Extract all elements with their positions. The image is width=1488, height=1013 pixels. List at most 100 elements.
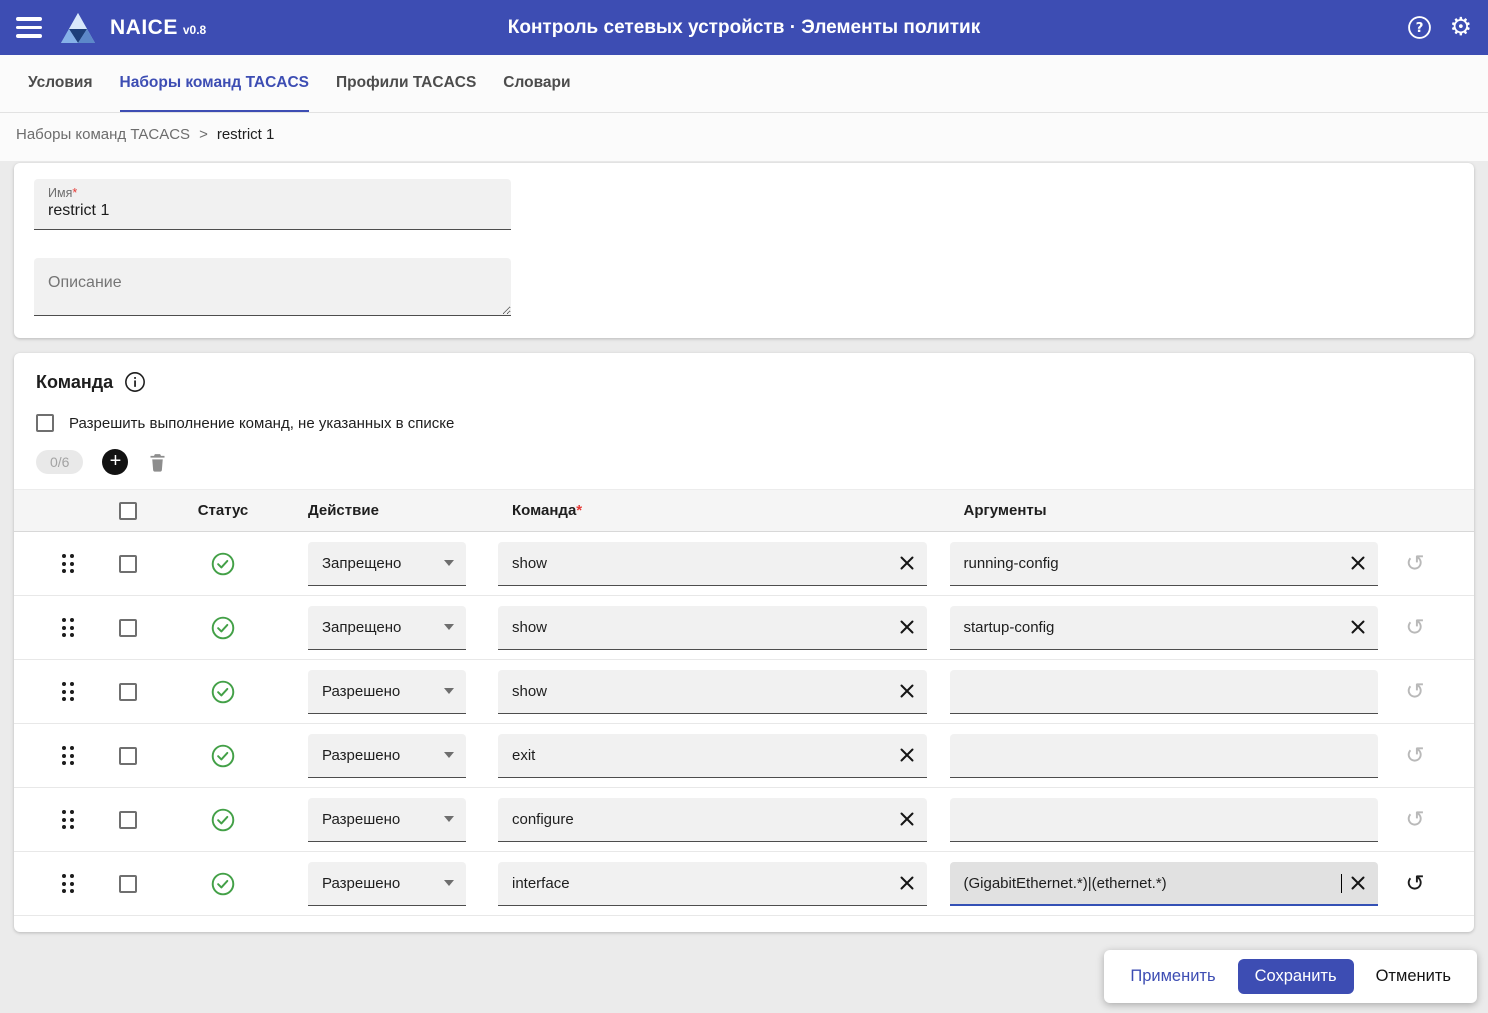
reset-row-icon[interactable]: ↺ — [1405, 552, 1424, 575]
reset-row-icon[interactable]: ↺ — [1405, 680, 1424, 703]
brand: NAICE v0.8 — [110, 16, 206, 40]
action-select[interactable]: Запрещено — [308, 542, 466, 586]
name-field-label: Имя* — [48, 186, 497, 200]
delete-commands-icon[interactable] — [147, 451, 168, 473]
reset-row-icon[interactable]: ↺ — [1405, 744, 1424, 767]
general-info-card: Имя* — [14, 163, 1474, 338]
app-name: NAICE — [110, 16, 178, 40]
column-header-status: Статус — [156, 502, 290, 519]
arguments-input[interactable] — [950, 734, 1379, 778]
app-logo-icon — [60, 12, 96, 44]
command-row: Разрешено configure ↺ — [14, 788, 1474, 852]
app-bar: NAICE v0.8 Контроль сетевых устройств · … — [0, 0, 1488, 55]
clear-command-icon[interactable] — [899, 683, 915, 699]
row-checkbox[interactable] — [119, 683, 137, 701]
allow-unlisted-checkbox[interactable] — [36, 414, 54, 432]
help-icon[interactable]: ? — [1407, 15, 1432, 40]
name-input[interactable] — [48, 200, 497, 224]
description-input[interactable] — [34, 258, 511, 315]
tab-tacacs-command-sets[interactable]: Наборы команд TACACS — [120, 55, 310, 112]
apply-button[interactable]: Применить — [1116, 961, 1229, 992]
arguments-input[interactable]: startup-config — [950, 606, 1379, 650]
main-content: Имя* Команда Разрешить выполнен — [0, 161, 1488, 932]
description-field[interactable] — [34, 258, 511, 316]
info-icon[interactable] — [124, 371, 146, 393]
arguments-input[interactable]: (GigabitEthernet.*)|(ethernet.*) — [950, 862, 1379, 906]
commands-card: Команда Разрешить выполнение команд, не … — [14, 353, 1474, 932]
name-field[interactable]: Имя* — [34, 179, 511, 230]
clear-command-icon[interactable] — [899, 619, 915, 635]
arguments-input[interactable] — [950, 670, 1379, 714]
row-checkbox[interactable] — [119, 555, 137, 573]
column-header-command: Команда* — [498, 502, 927, 519]
settings-gear-icon[interactable]: ⚙ — [1450, 15, 1472, 40]
command-row: Разрешено show ↺ — [14, 660, 1474, 724]
action-select[interactable]: Разрешено — [308, 862, 466, 906]
command-input[interactable]: exit — [498, 734, 927, 778]
status-ok-icon — [210, 871, 236, 897]
clear-arguments-icon[interactable] — [1350, 875, 1366, 891]
chevron-down-icon — [444, 688, 454, 694]
add-command-button[interactable]: + — [102, 449, 128, 475]
app-version: v0.8 — [183, 23, 206, 37]
select-all-checkbox[interactable] — [119, 502, 137, 520]
allow-unlisted-label: Разрешить выполнение команд, не указанны… — [69, 415, 454, 432]
command-input[interactable]: show — [498, 542, 927, 586]
drag-handle[interactable] — [62, 874, 75, 893]
command-input[interactable]: configure — [498, 798, 927, 842]
clear-command-icon[interactable] — [899, 811, 915, 827]
command-row: Запрещено show running-config ↺ — [14, 532, 1474, 596]
arguments-input[interactable]: running-config — [950, 542, 1379, 586]
save-button[interactable]: Сохранить — [1238, 959, 1354, 994]
required-marker: * — [72, 186, 77, 200]
drag-handle[interactable] — [62, 810, 75, 829]
chevron-down-icon — [444, 752, 454, 758]
drag-handle[interactable] — [62, 746, 75, 765]
commands-toolbar: 0/6 + — [36, 449, 1452, 475]
reset-row-icon[interactable]: ↺ — [1405, 808, 1424, 831]
chevron-down-icon — [444, 560, 454, 566]
drag-handle[interactable] — [62, 554, 75, 573]
tab-dictionaries[interactable]: Словари — [503, 55, 570, 112]
row-checkbox[interactable] — [119, 875, 137, 893]
row-checkbox[interactable] — [119, 747, 137, 765]
chevron-down-icon — [444, 816, 454, 822]
tab-tacacs-profiles[interactable]: Профили TACACS — [336, 55, 476, 112]
row-checkbox[interactable] — [119, 619, 137, 637]
cancel-button[interactable]: Отменить — [1362, 961, 1465, 992]
clear-command-icon[interactable] — [899, 555, 915, 571]
arguments-input[interactable] — [950, 798, 1379, 842]
page-title: Контроль сетевых устройств · Элементы по… — [0, 17, 1488, 39]
bottom-action-bar: Применить Сохранить Отменить — [1104, 950, 1477, 1003]
command-input[interactable]: interface — [498, 862, 927, 906]
command-input[interactable]: show — [498, 670, 927, 714]
action-select[interactable]: Запрещено — [308, 606, 466, 650]
reset-row-icon[interactable]: ↺ — [1405, 872, 1424, 895]
command-input[interactable]: show — [498, 606, 927, 650]
action-select[interactable]: Разрешено — [308, 734, 466, 778]
drag-handle[interactable] — [62, 682, 75, 701]
tab-bar: Условия Наборы команд TACACS Профили TAC… — [0, 55, 1488, 113]
row-checkbox[interactable] — [119, 811, 137, 829]
clear-arguments-icon[interactable] — [1350, 619, 1366, 635]
clear-arguments-icon[interactable] — [1350, 555, 1366, 571]
chevron-down-icon — [444, 624, 454, 630]
column-header-arguments: Аргументы — [950, 502, 1379, 519]
action-select[interactable]: Разрешено — [308, 670, 466, 714]
command-row: Разрешено interface (GigabitEthernet.*)|… — [14, 852, 1474, 916]
reset-row-icon[interactable]: ↺ — [1405, 616, 1424, 639]
breadcrumb-parent[interactable]: Наборы команд TACACS — [16, 126, 190, 143]
selected-counter: 0/6 — [36, 450, 83, 474]
status-ok-icon — [210, 551, 236, 577]
clear-command-icon[interactable] — [899, 875, 915, 891]
breadcrumb-current: restrict 1 — [217, 126, 275, 143]
tab-conditions[interactable]: Условия — [28, 55, 93, 112]
action-select[interactable]: Разрешено — [308, 798, 466, 842]
commands-table-body: Запрещено show running-config ↺ — [14, 532, 1474, 916]
column-header-action: Действие — [290, 502, 498, 519]
clear-command-icon[interactable] — [899, 747, 915, 763]
menu-icon[interactable] — [16, 15, 46, 40]
drag-handle[interactable] — [62, 618, 75, 637]
status-ok-icon — [210, 743, 236, 769]
allow-unlisted-row: Разрешить выполнение команд, не указанны… — [36, 414, 1452, 432]
